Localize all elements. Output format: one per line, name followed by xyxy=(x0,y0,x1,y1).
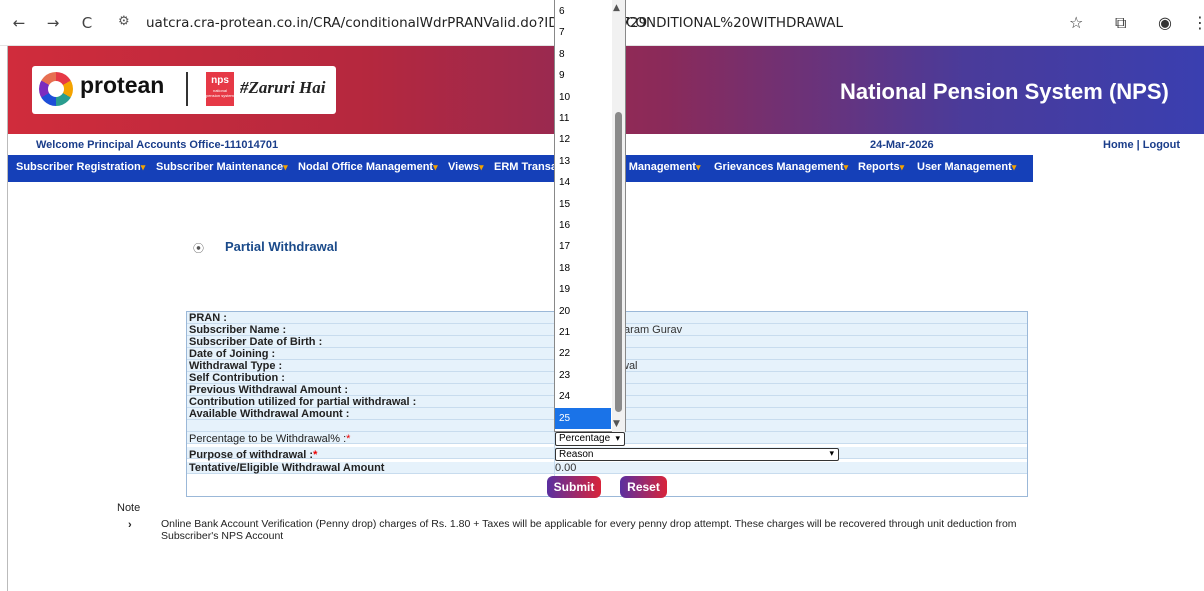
dropdown-option[interactable]: 17 xyxy=(555,236,611,257)
chevron-down-icon: ▾ xyxy=(829,449,834,459)
dropdown-option[interactable]: 21 xyxy=(555,322,611,343)
logout-link[interactable]: Logout xyxy=(1143,139,1180,151)
scroll-up-icon[interactable]: ▲ xyxy=(613,3,620,13)
doj-label: Date of Joining : xyxy=(189,348,276,360)
available-amount-label: Available Withdrawal Amount : xyxy=(189,408,350,420)
contribution-utilized-label: Contribution utilized for partial withdr… xyxy=(189,396,417,408)
chevron-down-icon: ▾ xyxy=(140,162,146,172)
tentative-amount-value: 0.00 xyxy=(555,462,577,474)
required-mark: * xyxy=(313,449,318,461)
purpose-select[interactable]: Reason ▾ xyxy=(555,448,839,461)
menu-reports[interactable]: Reports▾ xyxy=(858,161,904,173)
pran-label: PRAN : xyxy=(189,312,227,324)
back-icon[interactable]: ← xyxy=(10,14,28,32)
dropdown-option[interactable]: 25 xyxy=(555,407,611,429)
dropdown-option[interactable]: 15 xyxy=(555,194,611,215)
site-info-icon[interactable]: ⚙ xyxy=(118,14,130,29)
dropdown-option[interactable]: 14 xyxy=(555,172,611,193)
dropdown-option[interactable]: 19 xyxy=(555,279,611,300)
previous-withdrawal-label: Previous Withdrawal Amount : xyxy=(189,384,349,396)
chevron-down-icon: ▾ xyxy=(1011,162,1017,172)
required-mark: * xyxy=(346,433,351,445)
dropdown-option[interactable]: 12 xyxy=(555,129,611,150)
welcome-text: Welcome Principal Accounts Office-111014… xyxy=(36,139,279,151)
forward-icon[interactable]: → xyxy=(44,14,62,32)
home-link[interactable]: Home xyxy=(1103,139,1134,151)
logo-divider xyxy=(186,72,188,106)
dropdown-option[interactable]: 24 xyxy=(555,386,611,407)
note-label: Note xyxy=(117,502,141,514)
chevron-down-icon: ▾ xyxy=(615,434,620,444)
chevron-down-icon: ▾ xyxy=(479,162,484,172)
scroll-down-icon[interactable]: ▼ xyxy=(613,419,620,429)
star-icon[interactable]: ☆ xyxy=(1069,13,1083,32)
extensions-icon[interactable]: ⧉ xyxy=(1115,13,1126,33)
nps-logo: nps national pension system xyxy=(206,72,234,106)
dropdown-option[interactable]: 18 xyxy=(555,258,611,279)
chevron-down-icon: ▾ xyxy=(695,162,701,172)
system-title: National Pension System (NPS) xyxy=(840,79,1169,104)
dropdown-option[interactable]: 23 xyxy=(555,365,611,386)
percentage-select[interactable]: Percentage ▾ xyxy=(555,432,625,446)
dropdown-option[interactable]: 8 xyxy=(555,44,611,65)
dropdown-option[interactable]: 16 xyxy=(555,215,611,236)
subscriber-name-value: taram Gurav xyxy=(621,324,683,336)
menu-management[interactable]: t Management▾ xyxy=(622,161,701,173)
dropdown-option[interactable]: 20 xyxy=(555,301,611,322)
dropdown-option[interactable]: 22 xyxy=(555,343,611,364)
self-contribution-label: Self Contribution : xyxy=(189,372,285,384)
menu-nodal-office-management[interactable]: Nodal Office Management▾ xyxy=(298,161,438,173)
menu-erm-transactions[interactable]: ERM Transa xyxy=(494,161,557,173)
menu-user-management[interactable]: User Management▾ xyxy=(917,161,1016,173)
dropdown-option[interactable]: 6 xyxy=(555,1,611,22)
dropdown-option[interactable]: 11 xyxy=(555,108,611,129)
menu-subscriber-registration[interactable]: Subscriber Registration▾ xyxy=(16,161,145,173)
tentative-amount-label: Tentative/Eligible Withdrawal Amount xyxy=(189,462,385,474)
purpose-label: Purpose of withdrawal :* xyxy=(189,449,318,461)
dropdown-option[interactable]: 9 xyxy=(555,65,611,86)
menu-views[interactable]: Views▾ xyxy=(448,161,484,173)
menu-subscriber-maintenance[interactable]: Subscriber Maintenance▾ xyxy=(156,161,288,173)
browser-menu-icon[interactable]: ⋮ xyxy=(1192,13,1204,32)
tagline: #Zaruri Hai xyxy=(240,78,326,97)
page-title: Partial Withdrawal xyxy=(225,239,338,254)
url-text-tail[interactable]: CONDITIONAL%20WITHDRAWAL xyxy=(626,15,843,31)
dropdown-option[interactable]: 7 xyxy=(555,22,611,43)
dropdown-option[interactable]: 13 xyxy=(555,151,611,172)
chevron-down-icon: ▾ xyxy=(283,162,288,172)
reset-button[interactable]: Reset xyxy=(620,476,667,498)
dropdown-scroll-thumb[interactable] xyxy=(615,112,622,412)
subscriber-name-label: Subscriber Name : xyxy=(189,324,287,336)
chevron-down-icon: ▾ xyxy=(899,162,905,172)
link-separator: | xyxy=(1133,139,1143,151)
note-text: Online Bank Account Verification (Penny … xyxy=(161,518,1017,542)
chevron-down-icon: ▾ xyxy=(433,162,438,172)
home-logout-links: Home | Logout xyxy=(1103,139,1180,151)
dropdown-option[interactable]: 10 xyxy=(555,87,611,108)
brand-name: protean xyxy=(80,72,165,98)
menu-grievances-management[interactable]: Grievances Management▾ xyxy=(714,161,848,173)
chevron-right-icon: › xyxy=(128,519,132,531)
withdrawal-type-label: Withdrawal Type : xyxy=(189,360,283,372)
submit-button[interactable]: Submit xyxy=(547,476,601,498)
bullet-icon: ⦿ xyxy=(193,242,204,255)
protean-logo-center xyxy=(48,81,64,97)
chevron-down-icon: ▾ xyxy=(843,162,849,172)
dob-label: Subscriber Date of Birth : xyxy=(189,336,323,348)
profile-icon[interactable]: ◉ xyxy=(1158,13,1172,32)
percentage-label: Percentage to be Withdrawal% :* xyxy=(189,433,351,445)
current-date: 24-Mar-2026 xyxy=(870,139,934,151)
reload-icon[interactable]: C xyxy=(78,14,96,32)
